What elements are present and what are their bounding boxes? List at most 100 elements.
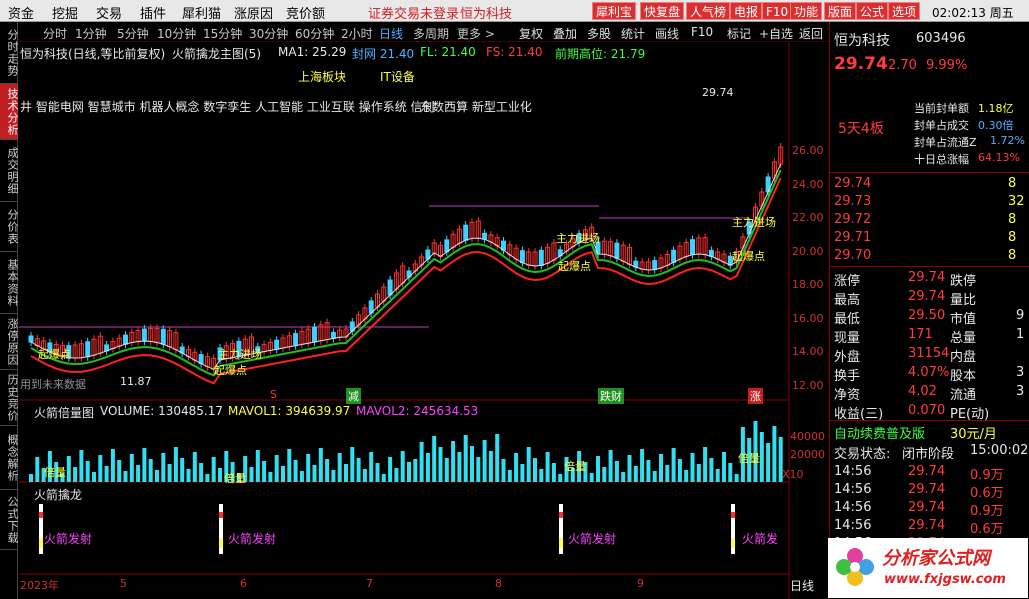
volume-bar [432,436,437,482]
overlay-button[interactable]: 叠加 [553,25,577,42]
mavol2-readout: MAVOL2: 245634.53 [356,404,479,418]
function-button[interactable]: 功能 [790,2,823,20]
period-30min[interactable]: 30分钟 [249,25,288,42]
period-daily[interactable]: 日线 [379,25,403,42]
seal-float-label: 封单占流通Z [914,136,977,149]
menu-plugins[interactable]: 插件 [140,3,166,22]
menu-dig[interactable]: 挖掘 [52,3,78,22]
volume-bar [614,461,619,482]
rocket-label-1: 火箭发射 [44,532,93,546]
candle-body [671,249,677,263]
volume-bar [249,467,254,482]
y-tick: 22.00 [792,211,824,224]
volume-bar [722,452,726,482]
period-2hour[interactable]: 2小时 [341,25,373,42]
stat-cell: 1 [1016,327,1025,342]
volume-bar [451,441,456,482]
mark-button[interactable]: 标记 [727,25,751,42]
volume-readout: VOLUME: 130485.17 [100,404,223,418]
draw-line-button[interactable]: 画线 [655,25,679,42]
rocket-stripe [559,512,563,518]
f10-button[interactable]: F10 [762,2,793,20]
telegraph-button[interactable]: 电报 [730,2,763,20]
x-period-label: 日线 [790,579,815,593]
layout-button[interactable]: 版面 [824,2,857,20]
tab-intraday[interactable]: 分时走势 [0,22,19,84]
renewal-notice[interactable]: 自动续费普及版 [834,423,925,442]
book-price: 29.73 [834,194,872,209]
xilibao-button[interactable]: 犀利宝 [592,2,637,20]
volume-bar [501,459,506,482]
tab-price-table[interactable]: 分价表 [0,202,19,252]
period-1min[interactable]: 1分钟 [75,25,107,42]
volume-bar [350,447,355,482]
tick-cell: 14:56 [834,500,872,515]
rocket-flame [731,538,735,548]
tab-basic-info[interactable]: 基本资料 [0,252,19,314]
tick-cell: 29.74 [908,500,946,515]
volume-bar [444,458,449,482]
volume-bar [35,457,40,482]
clock: 02:02:13 周五 [932,6,1014,20]
popularity-button[interactable]: 人气榜 [686,2,731,20]
period-multi[interactable]: 多周期 [413,25,449,42]
multi-stock-button[interactable]: 多股 [587,25,611,42]
prev-high-readout: 前期高位: 21.79 [555,47,646,61]
period-more[interactable]: 更多 > [457,25,495,42]
menu-trade[interactable]: 交易 [96,3,122,22]
volume-bar [199,463,204,482]
stat-cell: 量比 [950,293,977,308]
volume-bar [337,453,342,482]
candle-body [690,239,695,256]
period-5min[interactable]: 5分钟 [117,25,149,42]
volume-bar [148,459,153,482]
volume-bar [413,459,418,482]
options-button[interactable]: 选项 [888,2,921,20]
tab-deals[interactable]: 成交明细 [0,140,19,202]
renewal-price[interactable]: 30元/月 [950,423,997,442]
period-60min[interactable]: 60分钟 [295,25,334,42]
vol-tick-60000: 40000 [790,430,825,443]
kline-chart[interactable] [19,42,829,599]
seal-float-value: 1.72% [990,134,1025,147]
rocket-flame [39,538,43,548]
stat-cell: 市值 [950,312,977,327]
tab-formula-download[interactable]: 公式下载 [0,490,19,550]
menu-xilimao[interactable]: 犀利猫 [182,3,221,22]
volume-bar [419,442,424,482]
volume-bar [325,459,330,482]
period-10min[interactable]: 10分钟 [157,25,196,42]
menu-auction[interactable]: 竞价额 [286,3,325,22]
volume-bar [709,458,714,482]
tick-cell: 0.6万 [970,486,1004,501]
rocket-stripe [219,512,223,518]
f10-tool-button[interactable]: F10 [691,25,713,39]
stats-button[interactable]: 统计 [621,25,645,42]
volume-bar [558,474,563,482]
seal-order-value: 1.18亿 [978,102,1014,115]
back-button[interactable]: 返回 [799,25,823,42]
y-tick: 16.00 [792,311,824,325]
tab-technical[interactable]: 技术分析 [0,84,19,140]
tab-limit-reason[interactable]: 涨停原因 [0,314,19,370]
tick-cell: 14:56 [834,482,872,497]
volume-bar [167,464,172,482]
volume-bar [507,470,512,482]
formula-name[interactable]: 火箭擒龙主图(5) [172,45,261,62]
volume-bar [306,454,311,482]
book-volume: 8 [1008,176,1017,191]
volume-bar [684,470,689,482]
period-15min[interactable]: 15分钟 [203,25,242,42]
volume-bar [652,471,657,482]
menu-funds[interactable]: 资金 [8,3,34,22]
formula-button[interactable]: 公式 [856,2,889,20]
add-watchlist-button[interactable]: +自选 [759,25,793,42]
quick-review-button[interactable]: 快复盘 [640,2,685,20]
menu-limit-reason[interactable]: 涨原因 [234,3,273,22]
tab-auction-history[interactable]: 历史竞价 [0,370,19,426]
period-intraday[interactable]: 分时 [43,25,67,42]
adjust-button[interactable]: 复权 [519,25,543,42]
mark-rise: 涨 [748,388,763,404]
login-status[interactable]: 证券交易未登录 [368,3,459,22]
tab-concept[interactable]: 概念解析 [0,426,19,490]
